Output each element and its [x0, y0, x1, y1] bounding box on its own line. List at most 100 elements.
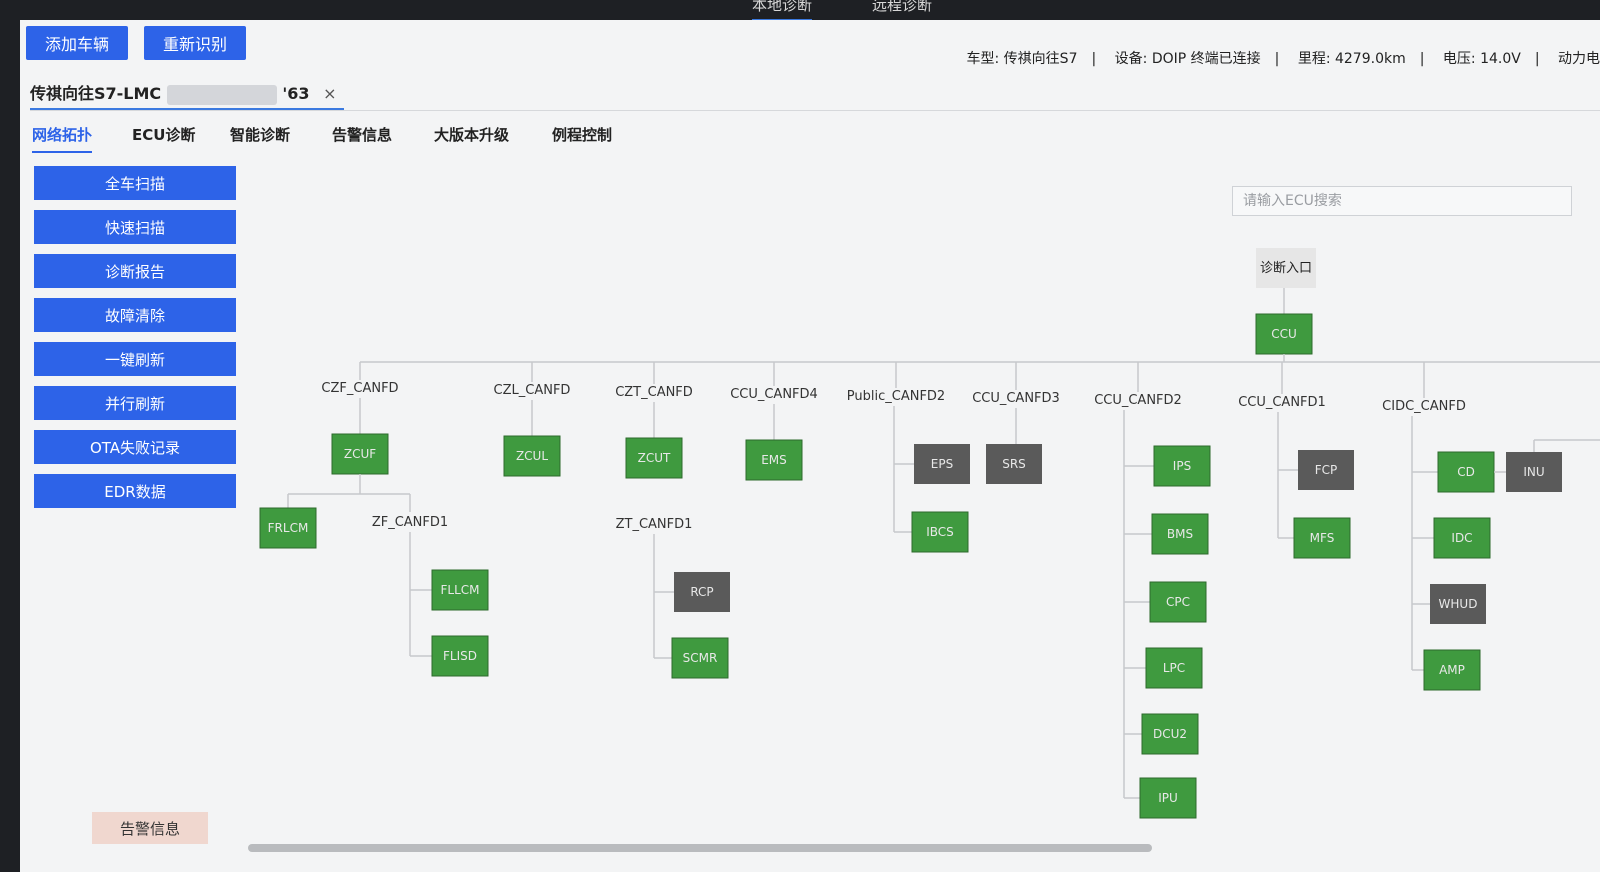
bus-label-czt-canfd: CZT_CANFD	[615, 385, 693, 400]
ecu-node-rcp[interactable]: RCP	[674, 572, 730, 612]
ecu-node-ems[interactable]: EMS	[745, 439, 803, 481]
bus-label-czf-canfd: CZF_CANFD	[321, 381, 398, 396]
bus-label-czl-canfd: CZL_CANFD	[494, 383, 571, 398]
ecu-node-bms[interactable]: BMS	[1151, 513, 1209, 555]
ecu-label: IPS	[1173, 459, 1191, 473]
tab-divider	[30, 110, 1600, 111]
ecu-label: FRLCM	[268, 521, 309, 535]
ecu-label: IPU	[1158, 791, 1178, 805]
ecu-label: FLISD	[443, 649, 477, 663]
tab-remote-diagnosis[interactable]: 远程诊断	[872, 0, 932, 15]
ota-failure-log-button[interactable]: OTA失败记录	[34, 430, 236, 464]
ecu-node-frlcm[interactable]: FRLCM	[259, 507, 317, 549]
ecu-node-dcu2[interactable]: DCU2	[1141, 713, 1199, 755]
tab-routine-control[interactable]: 例程控制	[552, 124, 612, 151]
ecu-label: LPC	[1163, 661, 1185, 675]
ecu-node-cpc[interactable]: CPC	[1149, 581, 1207, 623]
ecu-label: CPC	[1166, 595, 1190, 609]
ecu-node-fcp[interactable]: FCP	[1298, 450, 1354, 490]
bus-label-ccu-canfd4: CCU_CANFD4	[730, 387, 818, 402]
ecu-label: INU	[1523, 465, 1544, 479]
bus-label-zf-canfd1: ZF_CANFD1	[372, 515, 448, 530]
ecu-label: RCP	[690, 585, 713, 599]
ecu-node-idc[interactable]: IDC	[1433, 517, 1491, 559]
alert-info-button[interactable]: 告警信息	[92, 812, 208, 844]
ecu-node-ibcs[interactable]: IBCS	[911, 511, 969, 553]
ecu-node-ips[interactable]: IPS	[1153, 445, 1211, 487]
tab-smart-diagnosis[interactable]: 智能诊断	[230, 124, 290, 151]
header-row: 添加车辆 重新识别 车型: 传祺向往S7 | 设备: DOIP 终端已连接 | 里程…	[20, 20, 1600, 70]
ecu-node-eps[interactable]: EPS	[914, 444, 970, 484]
tab-ecu-diagnosis[interactable]: ECU诊断	[132, 124, 195, 151]
ecu-node-zcuf[interactable]: ZCUF	[331, 433, 389, 475]
bus-label-zt-canfd1: ZT_CANFD1	[616, 517, 693, 532]
vehicle-tab-suffix: '63	[282, 84, 310, 103]
ecu-node-fllcm[interactable]: FLLCM	[431, 569, 489, 611]
diagnosis-entry-label: 诊断入口	[1260, 261, 1312, 276]
ecu-label: DCU2	[1153, 727, 1187, 741]
ecu-label: SRS	[1002, 457, 1026, 471]
bus-label-public-canfd2: Public_CANFD2	[847, 389, 945, 404]
parallel-flash-button[interactable]: 并行刷新	[34, 386, 236, 420]
ecu-label: ZCUL	[516, 449, 548, 463]
status-model: 车型: 传祺向往S7	[966, 51, 1078, 67]
ecu-node-whud[interactable]: WHUD	[1430, 584, 1486, 624]
bus-label-ccu-canfd2: CCU_CANFD2	[1094, 393, 1182, 408]
status-power: 动力电	[1558, 51, 1600, 67]
ecu-node-ccu[interactable]: CCU	[1255, 313, 1313, 355]
ecu-label: EMS	[761, 453, 787, 467]
tab-local-diagnosis[interactable]: 本地诊断	[752, 0, 813, 21]
ecu-node-mfs[interactable]: MFS	[1293, 517, 1351, 559]
ecu-label: ZCUF	[344, 447, 376, 461]
tab-network-topology[interactable]: 网络拓扑	[32, 124, 93, 153]
ecu-label: WHUD	[1439, 597, 1478, 611]
diagnosis-entry[interactable]: 诊断入口	[1256, 248, 1316, 288]
ecu-label: BMS	[1167, 527, 1193, 541]
horizontal-scrollbar[interactable]	[248, 844, 1152, 852]
ecu-label: FCP	[1315, 463, 1338, 477]
ecu-node-lpc[interactable]: LPC	[1145, 647, 1203, 689]
close-icon[interactable]: ×	[323, 84, 336, 103]
vehicle-tab[interactable]: 传祺向往S7-LMC '63 ×	[30, 80, 345, 110]
status-mileage: 里程: 4279.0km	[1297, 51, 1406, 67]
vin-redaction	[166, 84, 277, 105]
clear-faults-button[interactable]: 故障清除	[34, 298, 236, 332]
ecu-label: CD	[1457, 465, 1475, 479]
ecu-label: MFS	[1310, 531, 1335, 545]
edr-data-button[interactable]: EDR数据	[34, 474, 236, 508]
tab-alert-info[interactable]: 告警信息	[332, 124, 392, 151]
add-vehicle-button[interactable]: 添加车辆	[26, 26, 128, 60]
ecu-node-cd[interactable]: CD	[1437, 451, 1495, 493]
ecu-label: AMP	[1439, 663, 1465, 677]
ecu-node-inu[interactable]: INU	[1506, 452, 1562, 492]
ecu-label: IDC	[1451, 531, 1472, 545]
ecu-node-zcut[interactable]: ZCUT	[625, 437, 683, 479]
ecu-node-scmr[interactable]: SCMR	[671, 637, 729, 679]
ecu-node-zcul[interactable]: ZCUL	[503, 435, 561, 477]
main-panel: 添加车辆 重新识别 车型: 传祺向往S7 | 设备: DOIP 终端已连接 | 里程…	[20, 20, 1600, 872]
bus-label-cidc-canfd: CIDC_CANFD	[1382, 399, 1466, 414]
status-voltage: 电压: 14.0V	[1442, 51, 1521, 67]
one-click-flash-button[interactable]: 一键刷新	[34, 342, 236, 376]
ecu-label: IBCS	[926, 525, 954, 539]
ecu-search-input[interactable]	[1232, 186, 1572, 216]
ecu-label: CCU	[1271, 327, 1297, 341]
ecu-label: EPS	[931, 457, 953, 471]
bus-label-ccu-canfd3: CCU_CANFD3	[972, 391, 1060, 406]
bus-label-ccu-canfd1: CCU_CANFD1	[1238, 395, 1326, 410]
diagnosis-report-button[interactable]: 诊断报告	[34, 254, 236, 288]
full-scan-button[interactable]: 全车扫描	[34, 166, 236, 200]
ecu-node-srs[interactable]: SRS	[986, 444, 1042, 484]
ecu-label: SCMR	[683, 651, 718, 665]
vehicle-tab-prefix: 传祺向往S7-LMC	[30, 84, 162, 103]
ecu-label: ZCUT	[638, 451, 671, 465]
top-bar: 本地诊断 远程诊断	[0, 0, 1600, 21]
quick-scan-button[interactable]: 快速扫描	[34, 210, 236, 244]
ecu-node-ipu[interactable]: IPU	[1139, 777, 1197, 819]
ecu-node-amp[interactable]: AMP	[1423, 649, 1481, 691]
ecu-label: FLLCM	[440, 583, 479, 597]
ecu-node-flisd[interactable]: FLISD	[431, 635, 489, 677]
tab-major-upgrade[interactable]: 大版本升级	[434, 124, 509, 151]
re-identify-button[interactable]: 重新识别	[144, 26, 246, 60]
status-device: 设备: DOIP 终端已连接	[1114, 51, 1261, 67]
